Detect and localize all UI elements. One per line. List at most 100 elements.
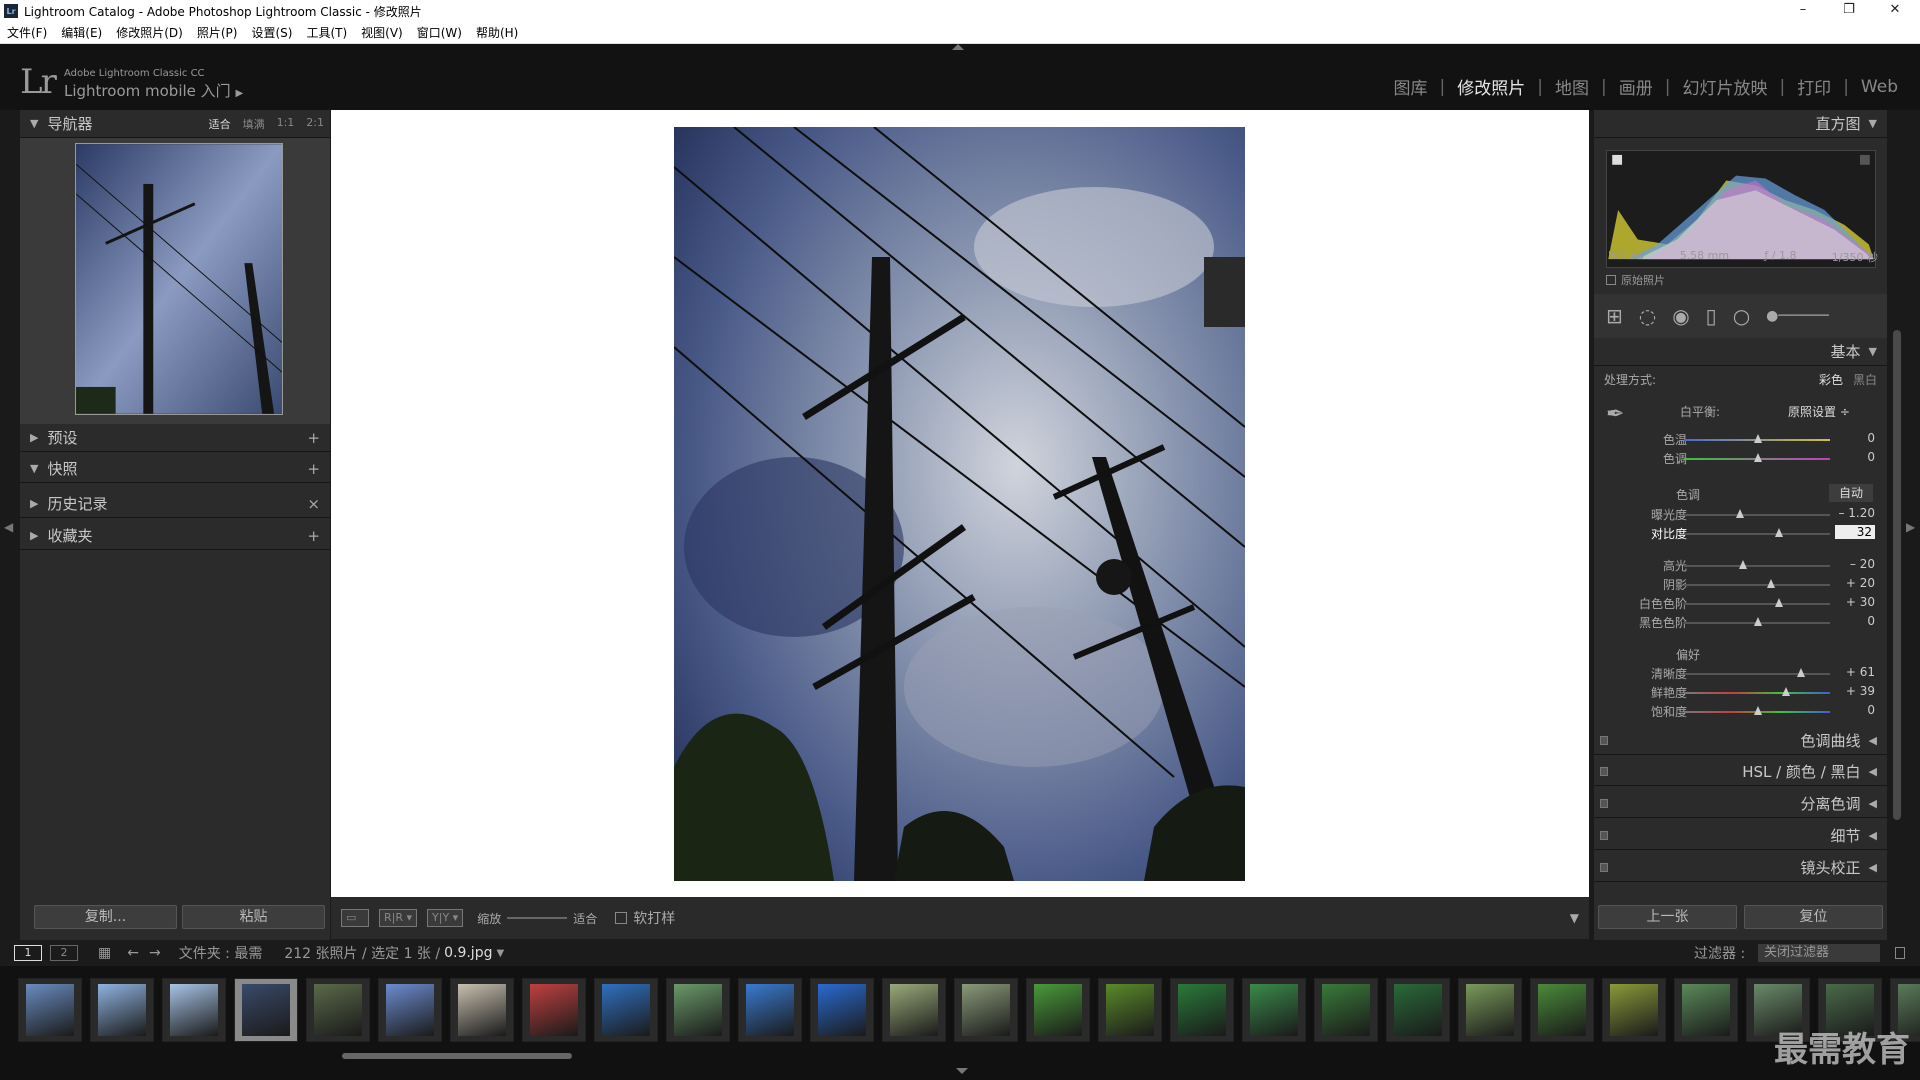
filmstrip-thumbnail[interactable] <box>1530 978 1594 1042</box>
slider-highlights[interactable]: 高光 – 20 <box>1594 557 1887 575</box>
filmstrip-thumbnail[interactable] <box>378 978 442 1042</box>
top-panel-toggle-icon[interactable] <box>952 44 964 50</box>
history-header[interactable]: ▶ 历史记录 × <box>20 490 330 518</box>
slider-saturation[interactable]: 饱和度 0 <box>1594 703 1887 721</box>
zoom-slider[interactable] <box>507 917 568 919</box>
tone-auto-button[interactable]: 自动 <box>1829 484 1873 502</box>
collections-header[interactable]: ▶ 收藏夹 + <box>20 522 330 550</box>
detail-header[interactable]: 细节 ◀ <box>1594 822 1887 850</box>
zoom-fill[interactable]: 填满 <box>243 116 265 132</box>
slider-whites[interactable]: 白色色阶 + 30 <box>1594 595 1887 613</box>
histogram-header[interactable]: 直方图 ▼ <box>1594 110 1887 138</box>
add-snapshot-icon[interactable]: + <box>307 460 320 478</box>
hsl-header[interactable]: HSL / 颜色 / 黑白 ◀ <box>1594 758 1887 786</box>
lens-corrections-header[interactable]: 镜头校正 ◀ <box>1594 854 1887 882</box>
grid-view-icon[interactable]: ▦ <box>98 945 111 961</box>
minimize-button[interactable]: – <box>1780 0 1826 22</box>
spot-removal-icon[interactable]: ◌ <box>1639 304 1656 328</box>
add-collection-icon[interactable]: + <box>307 527 320 545</box>
filmstrip-thumbnail[interactable] <box>234 978 298 1042</box>
tone-curve-header[interactable]: 色调曲线 ◀ <box>1594 727 1887 755</box>
right-panel-scrollbar[interactable] <box>1893 330 1901 820</box>
filmstrip-thumbnail[interactable] <box>18 978 82 1042</box>
right-panel-toggle-icon[interactable]: ▶ <box>1906 520 1915 534</box>
filename-dropdown-icon[interactable]: ▼ <box>496 948 504 959</box>
module-print[interactable]: 打印 <box>1785 74 1843 99</box>
zoom-1-1[interactable]: 1:1 <box>277 116 295 132</box>
navigator-header[interactable]: ▼ 导航器 适合 填满 1:1 2:1 <box>20 110 330 138</box>
red-eye-icon[interactable]: ◉ <box>1672 304 1689 328</box>
filmstrip-thumbnail[interactable] <box>810 978 874 1042</box>
basic-header[interactable]: 基本 ▼ <box>1594 338 1887 366</box>
mobile-link[interactable]: Lightroom mobile 入门 ▶ <box>64 80 243 101</box>
split-toning-header[interactable]: 分离色调 ◀ <box>1594 790 1887 818</box>
second-window-button[interactable]: 2 <box>50 945 78 961</box>
zoom-2-1[interactable]: 2:1 <box>306 116 324 132</box>
slider-blacks[interactable]: 黑色色阶 0 <box>1594 614 1887 632</box>
filmstrip-thumbnail[interactable] <box>90 978 154 1042</box>
wb-eyedropper-icon[interactable]: ✒ <box>1606 402 1624 427</box>
slider-tint[interactable]: 色调 0 <box>1594 450 1887 468</box>
presets-header[interactable]: ▶ 预设 + <box>20 424 330 452</box>
filmstrip-thumbnail[interactable] <box>1314 978 1378 1042</box>
menu-view[interactable]: 视图(V) <box>354 24 410 41</box>
filmstrip-thumbnail[interactable] <box>522 978 586 1042</box>
original-photo-toggle[interactable]: 原始照片 <box>1606 272 1665 288</box>
adjustment-brush-icon[interactable]: ●────── <box>1766 308 1829 324</box>
filmstrip-thumbnail[interactable] <box>1026 978 1090 1042</box>
filmstrip-thumbnail[interactable] <box>666 978 730 1042</box>
panel-toggle-icon[interactable] <box>1600 767 1608 776</box>
copy-settings-button[interactable]: 复制... <box>34 905 177 929</box>
filter-select[interactable]: 关闭过滤器 <box>1758 944 1880 962</box>
bottom-panel-toggle-icon[interactable] <box>956 1068 968 1074</box>
slider-temp[interactable]: 色温 0 <box>1594 431 1887 449</box>
filmstrip-thumbnail[interactable] <box>450 978 514 1042</box>
module-map[interactable]: 地图 <box>1543 74 1601 99</box>
paste-settings-button[interactable]: 粘贴 <box>182 905 325 929</box>
maximize-button[interactable]: ❐ <box>1826 0 1872 22</box>
filmstrip-scrollbar[interactable] <box>342 1053 572 1059</box>
zoom-fit-label[interactable]: 适合 <box>573 910 597 927</box>
main-window-button[interactable]: 1 <box>14 945 42 961</box>
current-filename[interactable]: 0.9.jpg <box>444 945 492 961</box>
filmstrip-thumbnail[interactable] <box>162 978 226 1042</box>
panel-toggle-icon[interactable] <box>1600 799 1608 808</box>
menu-photo[interactable]: 照片(P) <box>190 24 245 41</box>
filmstrip-thumbnail[interactable] <box>1242 978 1306 1042</box>
filmstrip-thumbnail[interactable] <box>1458 978 1522 1042</box>
source-label[interactable]: 文件夹 : 最需 <box>179 943 263 963</box>
before-after-icon[interactable]: R|R ▾ <box>379 909 418 927</box>
menu-edit[interactable]: 编辑(E) <box>54 24 109 41</box>
filmstrip-thumbnail[interactable] <box>306 978 370 1042</box>
panel-toggle-icon[interactable] <box>1600 863 1608 872</box>
treatment-bw[interactable]: 黑白 <box>1853 371 1877 388</box>
slider-vibrance[interactable]: 鲜艳度 + 39 <box>1594 684 1887 702</box>
menu-tools[interactable]: 工具(T) <box>299 24 354 41</box>
wb-preset-select[interactable]: 原照设置 ÷ <box>1788 403 1850 420</box>
menu-file[interactable]: 文件(F) <box>0 24 54 41</box>
clear-history-icon[interactable]: × <box>307 495 320 513</box>
main-photo[interactable] <box>674 127 1245 881</box>
panel-toggle-icon[interactable] <box>1600 736 1608 745</box>
module-book[interactable]: 画册 <box>1607 74 1665 99</box>
filmstrip-thumbnail[interactable] <box>594 978 658 1042</box>
slider-clarity[interactable]: 清晰度 + 61 <box>1594 665 1887 683</box>
slider-exposure[interactable]: 曝光度 – 1.20 <box>1594 506 1887 524</box>
filter-lock-icon[interactable] <box>1895 947 1905 959</box>
menu-window[interactable]: 窗口(W) <box>410 24 469 41</box>
menu-settings[interactable]: 设置(S) <box>244 24 299 41</box>
back-arrow-icon[interactable]: ← <box>127 945 139 961</box>
filmstrip-thumbnail[interactable] <box>1170 978 1234 1042</box>
module-web[interactable]: Web <box>1849 77 1910 97</box>
filmstrip-thumbnail[interactable] <box>1098 978 1162 1042</box>
filmstrip-thumbnail[interactable] <box>738 978 802 1042</box>
slider-shadows[interactable]: 阴影 + 20 <box>1594 576 1887 594</box>
filmstrip-thumbnail[interactable] <box>882 978 946 1042</box>
menu-help[interactable]: 帮助(H) <box>469 24 525 41</box>
treatment-color[interactable]: 彩色 <box>1819 371 1843 388</box>
navigator-thumbnail[interactable] <box>75 143 283 415</box>
zoom-fit[interactable]: 适合 <box>209 116 231 132</box>
filmstrip-thumbnail[interactable] <box>1674 978 1738 1042</box>
radial-filter-icon[interactable]: ○ <box>1733 304 1750 328</box>
softproof-checkbox[interactable] <box>615 912 628 924</box>
